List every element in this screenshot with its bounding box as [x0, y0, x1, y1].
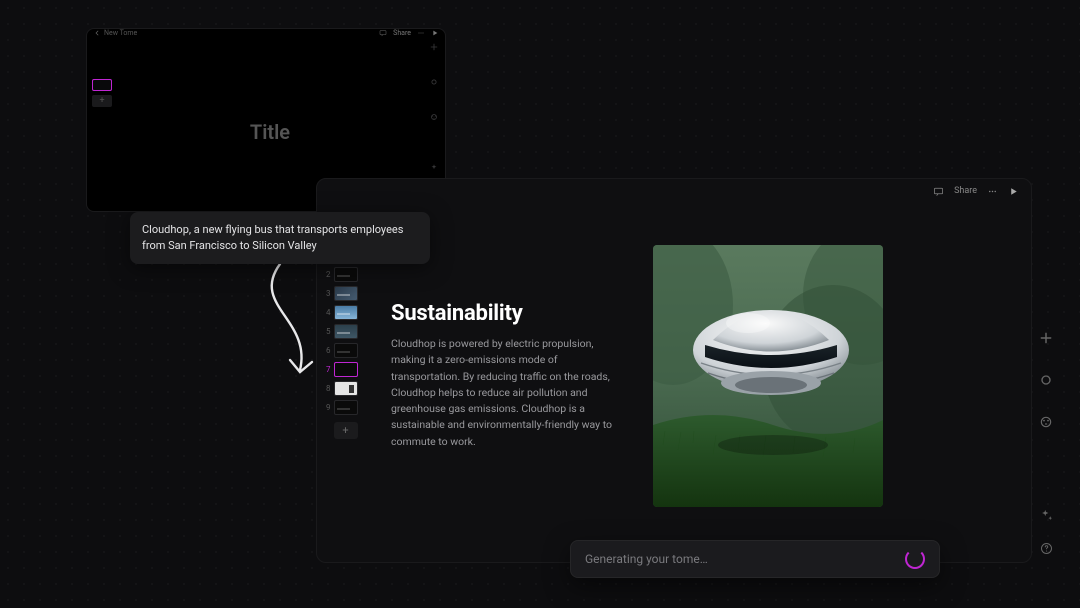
arrow-annotation: [240, 260, 340, 394]
main-header: Share: [317, 179, 1031, 203]
prompt-callout: Cloudhop, a new flying bus that transpor…: [130, 212, 430, 264]
chevron-left-icon: [93, 29, 101, 37]
add-tool[interactable]: [1038, 330, 1054, 350]
more-button-small[interactable]: [417, 29, 425, 37]
theme-icon[interactable]: [429, 107, 439, 126]
slide-thumb-1[interactable]: [92, 79, 112, 91]
comment-icon: [933, 186, 944, 197]
slide-rail-small: +: [87, 37, 117, 212]
more-button[interactable]: [987, 186, 998, 197]
play-icon: [431, 29, 439, 37]
comment-icon: [379, 29, 387, 37]
generation-status-bar: Generating your tome…: [570, 540, 940, 578]
comment-button[interactable]: [933, 186, 944, 197]
comment-icon-button[interactable]: [379, 29, 387, 37]
back-button[interactable]: New Tome: [93, 29, 137, 37]
share-button-small[interactable]: Share: [393, 29, 411, 37]
add-slide-button[interactable]: +: [334, 422, 358, 439]
back-label: New Tome: [104, 29, 137, 37]
theme-tool[interactable]: [1038, 414, 1054, 434]
play-icon: [1008, 186, 1019, 197]
dots-icon: [417, 29, 425, 37]
image-illustration: [653, 245, 883, 507]
add-slide-small[interactable]: +: [92, 95, 112, 107]
editor-header: New Tome Share: [87, 29, 445, 37]
text-block[interactable]: Sustainability Cloudhop is powered by el…: [391, 301, 627, 450]
play-button[interactable]: [1008, 186, 1019, 197]
help-button[interactable]: [1039, 541, 1054, 560]
ai-sparkle[interactable]: [1039, 508, 1054, 527]
slide-canvas[interactable]: Sustainability Cloudhop is powered by el…: [363, 203, 1031, 562]
prompt-text: Cloudhop, a new flying bus that transpor…: [142, 223, 403, 252]
slide-body: Cloudhop is powered by electric propulsi…: [391, 336, 627, 450]
right-tools: [1038, 330, 1054, 434]
record-tool[interactable]: [1038, 372, 1054, 392]
share-button[interactable]: Share: [954, 186, 977, 196]
loading-spinner-icon: [905, 549, 925, 569]
add-block-icon[interactable]: [429, 37, 439, 56]
right-tools-bottom: [1039, 508, 1054, 560]
record-icon[interactable]: [429, 72, 439, 91]
play-button-small[interactable]: [431, 29, 439, 37]
sparkle-icon[interactable]: [429, 158, 439, 177]
dots-icon: [987, 186, 998, 197]
slide-9[interactable]: 9: [323, 400, 358, 415]
slide-heading: Sustainability: [391, 301, 627, 326]
status-text: Generating your tome…: [585, 552, 708, 566]
generated-image[interactable]: [653, 245, 883, 507]
